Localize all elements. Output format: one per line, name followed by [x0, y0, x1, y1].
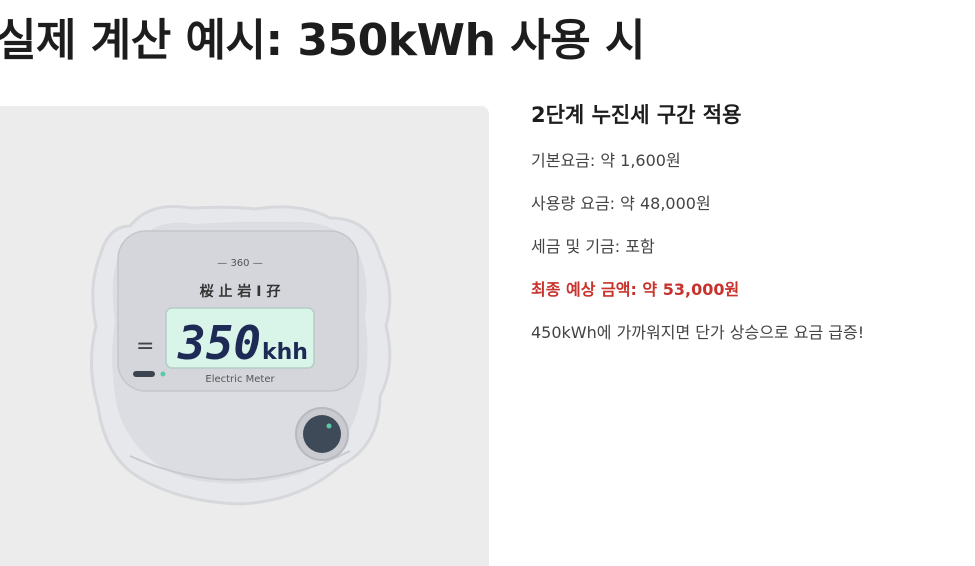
knob-indicator — [326, 423, 332, 429]
indicator-led — [160, 371, 166, 377]
knob-inner — [303, 415, 341, 453]
warning-note-line: 450kWh에 가까워지면 단가 상승으로 요금 급증! — [531, 323, 865, 342]
usage-fee-line: 사용량 요금: 약 48,000원 — [531, 194, 711, 213]
electric-meter-image: — 360 — 桜 止 岩 I 孖 350 khh = Electric Met… — [0, 106, 489, 566]
calculation-details: 2단계 누진세 구간 적용 기본요금: 약 1,600원 사용량 요금: 약 4… — [531, 100, 971, 365]
lcd-unit: khh — [262, 340, 308, 365]
section-heading: 2단계 누진세 구간 적용 — [531, 103, 742, 127]
final-amount-line: 최종 예상 금액: 약 53,000원 — [531, 279, 971, 301]
meter-brand-text: 桜 止 岩 I 孖 — [200, 283, 281, 300]
final-amount-label: 최종 예상 금액: 약 — [531, 280, 663, 299]
meter-caption: Electric Meter — [205, 374, 275, 385]
final-amount-value: 53,000 — [662, 280, 725, 299]
meter-scale-label: — 360 — — [217, 258, 262, 269]
equals-sign: = — [136, 334, 154, 359]
final-amount-suffix: 원 — [724, 280, 740, 299]
page-title: 실제 계산 예시: 350kWh 사용 시 — [0, 15, 645, 66]
lcd-value: 350 — [177, 316, 261, 370]
indicator-pill — [133, 371, 155, 377]
tax-line: 세금 및 기금: 포함 — [531, 237, 655, 256]
base-fee-line: 기본요금: 약 1,600원 — [531, 151, 681, 170]
